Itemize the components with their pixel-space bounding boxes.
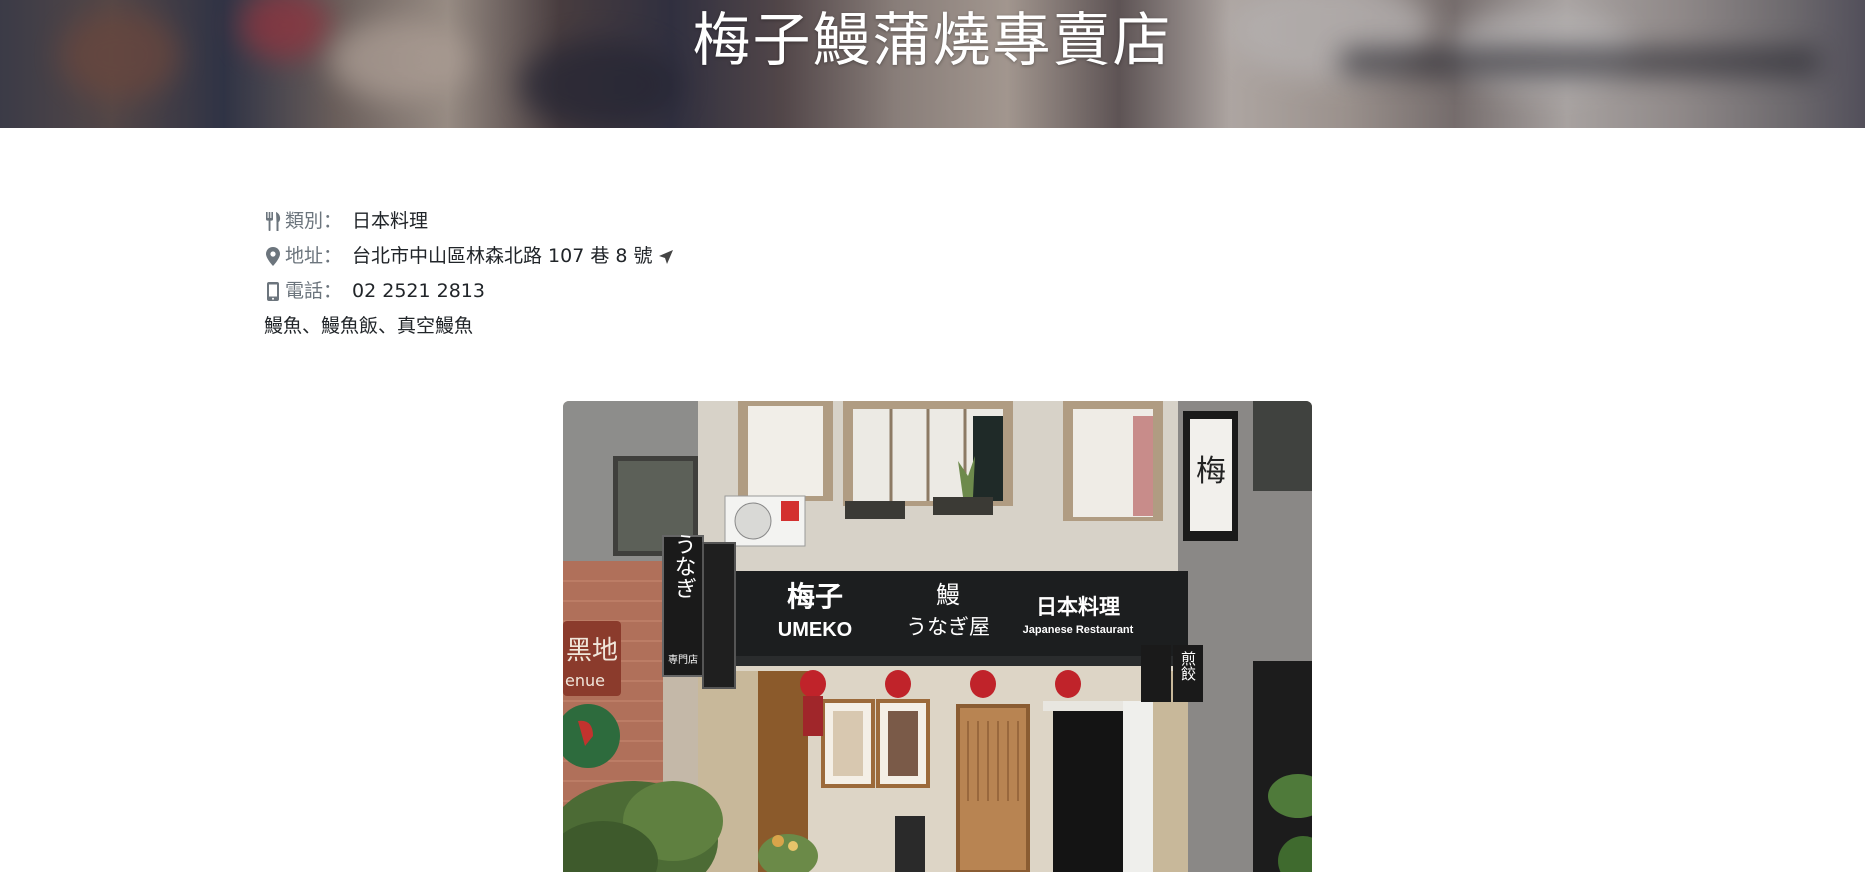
awning-shop-name: 梅子 [787, 580, 843, 613]
vertical-shop-sign-small: 専門店 [668, 653, 698, 666]
phone-label: 電話： [285, 280, 343, 302]
storefront-illustration: 黑地 enue 梅 梅子 UMEKO 鰻 うなぎ屋 日本料理 Japanese … [563, 401, 1312, 872]
category-row: 類別： 日本料理 [264, 204, 673, 239]
address-row: 地址： 台北市中山區林森北路 107 巷 8 號 [264, 239, 673, 274]
left-wall-sign: 黑地 [566, 636, 618, 666]
location-arrow-icon[interactable] [658, 249, 673, 264]
svg-text:梅: 梅 [1196, 454, 1226, 489]
awning-romaji: UMEKO [778, 619, 852, 641]
address-label: 地址： [285, 245, 343, 267]
hero-banner: 梅子鰻蒲燒專賣店 [0, 0, 1865, 128]
right-hanging-sign: 煎餃 [1179, 651, 1197, 681]
map-marker-icon [264, 246, 282, 268]
utensils-icon [264, 211, 282, 233]
store-info: 類別： 日本料理 地址： 台北市中山區林森北路 107 巷 8 號 電話： 02… [264, 204, 673, 344]
phone-row: 電話： 02 2521 2813 [264, 274, 673, 309]
phone-value[interactable]: 02 2521 2813 [352, 274, 485, 309]
awning-eel-kana: うなぎ屋 [906, 615, 990, 639]
mobile-phone-icon [264, 281, 282, 303]
category-value: 日本料理 [352, 210, 429, 232]
address-value: 台北市中山區林森北路 107 巷 8 號 [352, 245, 653, 267]
left-wall-sign-sub: enue [565, 671, 605, 690]
vertical-shop-sign: うなぎ [671, 533, 696, 599]
category-label: 類別： [285, 210, 343, 232]
tags-row: 鰻魚、鰻魚飯、真空鰻魚 [264, 309, 673, 344]
awning-eel: 鰻 [936, 581, 960, 609]
storefront-photo: 黑地 enue 梅 梅子 UMEKO 鰻 うなぎ屋 日本料理 Japanese … [563, 401, 1312, 872]
store-tags: 鰻魚、鰻魚飯、真空鰻魚 [264, 315, 474, 337]
awning-japanese: 日本料理 [1036, 594, 1120, 619]
awning-english: Japanese Restaurant [1023, 624, 1134, 636]
page-title: 梅子鰻蒲燒專賣店 [692, 6, 1173, 74]
